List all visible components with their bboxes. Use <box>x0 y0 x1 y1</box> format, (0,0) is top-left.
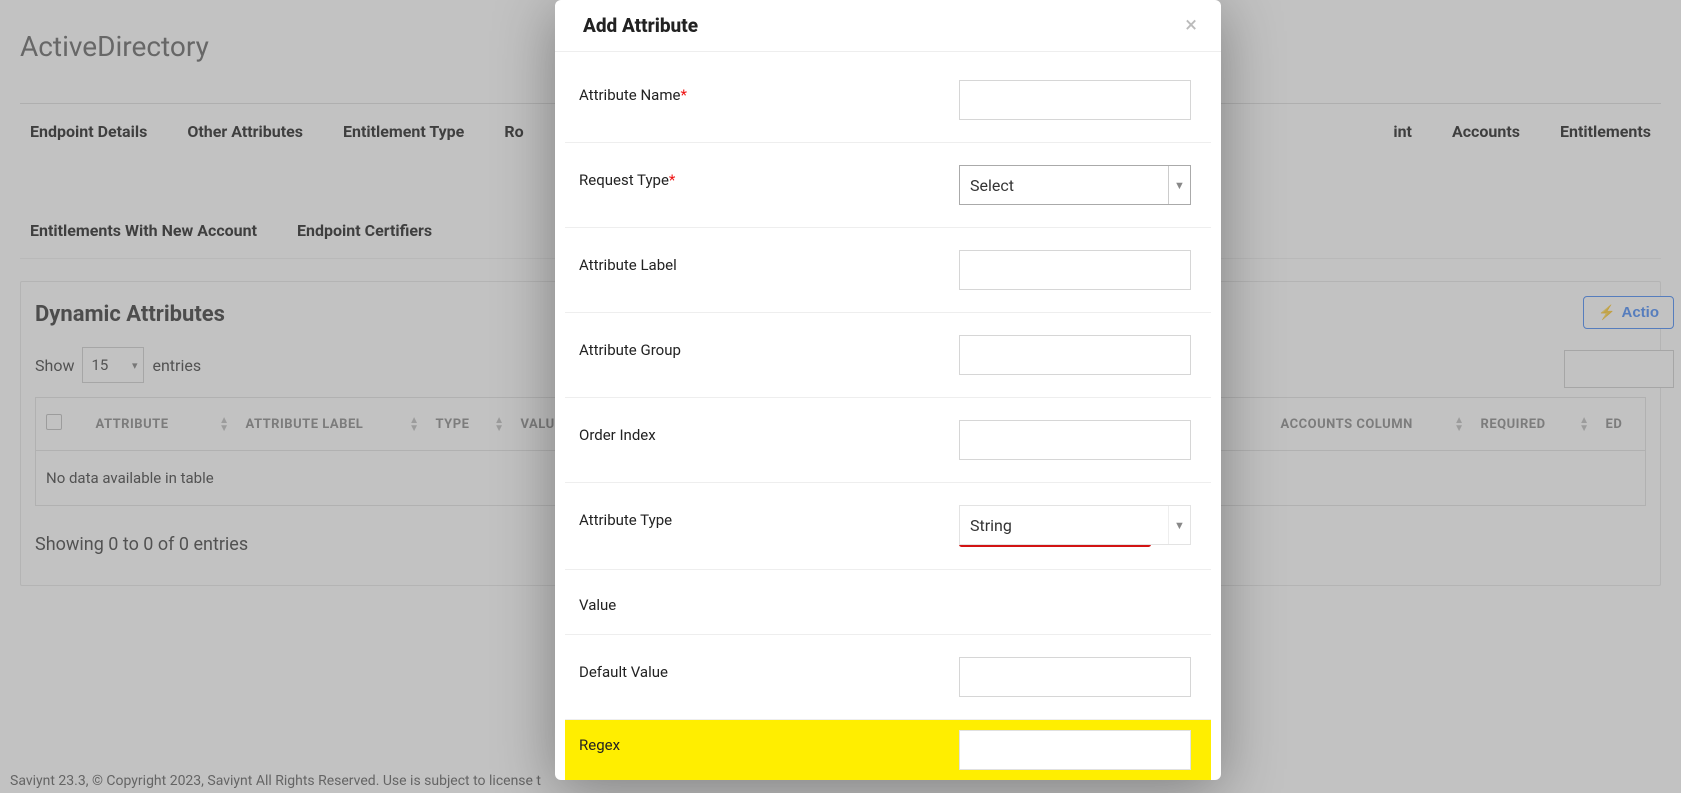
label-order-index: Order Index <box>579 426 656 444</box>
modal-header: Add Attribute × <box>555 0 1221 52</box>
field-regex: Regex <box>565 720 1211 780</box>
select-attribute-type[interactable]: String ▼ <box>959 505 1191 545</box>
field-attribute-label: Attribute Label <box>565 228 1211 313</box>
required-star: * <box>669 171 675 189</box>
label-request-type: Request Type <box>579 171 669 189</box>
input-attribute-group[interactable] <box>959 335 1191 375</box>
modal-title: Add Attribute <box>583 14 698 37</box>
select-request-type-value: Select <box>960 176 1014 195</box>
input-attribute-label[interactable] <box>959 250 1191 290</box>
modal-body: Attribute Name* Request Type* Select ▼ A… <box>555 52 1221 780</box>
field-attribute-name: Attribute Name* <box>565 58 1211 143</box>
label-default-value: Default Value <box>579 663 668 681</box>
field-default-value: Default Value <box>565 635 1211 720</box>
select-request-type[interactable]: Select ▼ <box>959 165 1191 205</box>
add-attribute-modal: Add Attribute × Attribute Name* Request … <box>555 0 1221 780</box>
label-attribute-group: Attribute Group <box>579 341 681 359</box>
close-icon[interactable]: × <box>1185 15 1197 37</box>
label-regex: Regex <box>579 736 620 754</box>
label-attribute-label: Attribute Label <box>579 256 677 274</box>
select-attribute-type-value: String <box>960 516 1012 535</box>
input-regex[interactable] <box>959 730 1191 770</box>
label-value: Value <box>579 596 616 614</box>
label-attribute-name: Attribute Name <box>579 86 680 104</box>
input-order-index[interactable] <box>959 420 1191 460</box>
field-value: Value <box>565 570 1211 635</box>
field-order-index: Order Index <box>565 398 1211 483</box>
required-star: * <box>680 86 686 104</box>
input-attribute-name[interactable] <box>959 80 1191 120</box>
chevron-down-icon: ▼ <box>1168 166 1190 204</box>
input-default-value[interactable] <box>959 657 1191 697</box>
label-attribute-type: Attribute Type <box>579 511 672 529</box>
field-request-type: Request Type* Select ▼ <box>565 143 1211 228</box>
field-attribute-group: Attribute Group <box>565 313 1211 398</box>
field-attribute-type: Attribute Type String ▼ <box>565 483 1211 570</box>
chevron-down-icon: ▼ <box>1168 506 1190 544</box>
